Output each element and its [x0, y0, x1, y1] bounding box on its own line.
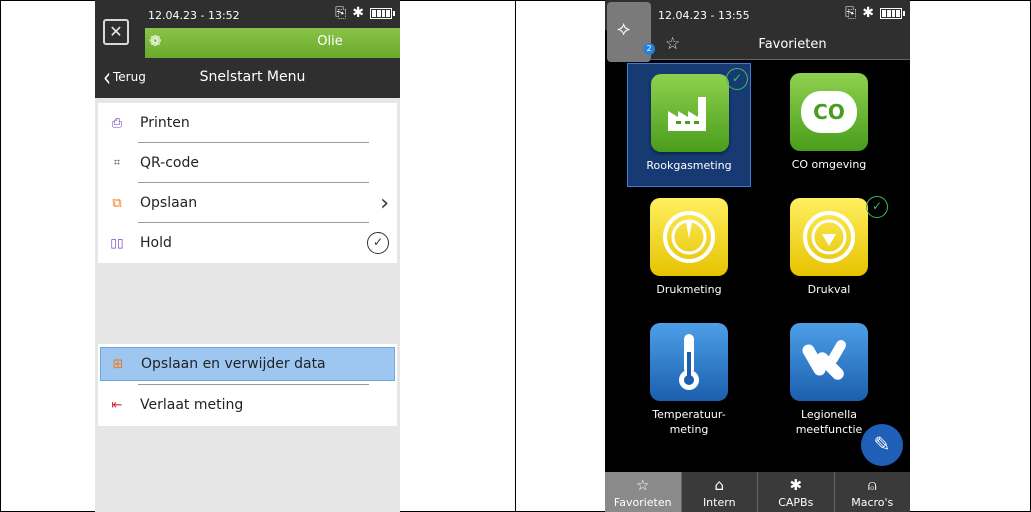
- favorites-header: ☆ Favorieten: [651, 30, 910, 60]
- left-device-screen: ✕ 12.04.23 - 13:52 ⎘ ✱ ❁ Olie ‹ Terug Sn…: [95, 0, 400, 512]
- save-delete-icon: ⊞: [112, 356, 124, 372]
- menu-item-label: QR-code: [140, 155, 199, 171]
- close-button[interactable]: ✕: [103, 19, 129, 45]
- share-count-badge: 2: [643, 43, 655, 55]
- tile-co-omgeving[interactable]: CO CO omgeving: [767, 63, 891, 187]
- chevron-right-icon: ›: [380, 191, 389, 216]
- menu-item-printen[interactable]: ⎙ Printen: [98, 103, 397, 143]
- co-cloud-text: CO: [801, 91, 857, 133]
- exit-icon: ⇤: [111, 397, 123, 413]
- tab-label: CAPBs: [778, 496, 814, 509]
- bluetooth-icon: ✱: [862, 5, 874, 21]
- menu-item-label: Printen: [140, 115, 190, 131]
- tab-label: Macro's: [851, 496, 894, 509]
- panel-divider: [515, 0, 516, 512]
- measurement-header: ❁ Olie: [145, 28, 400, 58]
- printer-icon: ⎙: [111, 115, 123, 131]
- edit-icon: ✎: [873, 432, 891, 456]
- tile-legionella[interactable]: Legionella meetfunctie: [767, 313, 891, 437]
- bluetooth-icon: ✱: [789, 476, 803, 494]
- action-list: ⊞ Opslaan en verwijder data ⇤ Verlaat me…: [98, 344, 397, 426]
- menu-item-hold[interactable]: ▯▯ Hold ✓: [98, 223, 397, 263]
- status-time: 12.04.23 - 13:55: [658, 9, 750, 22]
- tile-label: CO omgeving: [791, 158, 867, 171]
- tile-label: Rookgasmeting: [646, 159, 732, 172]
- menu-item-label: Opslaan en verwijder data: [141, 356, 326, 372]
- tab-label: Intern: [702, 496, 736, 509]
- right-device-screen: 12.04.23 - 13:55 ⎘ ✱ ⟡ 2 ☆ Favorieten Ro…: [605, 0, 910, 512]
- save-icon: ⧉: [112, 195, 122, 211]
- check-circle-icon[interactable]: ✓: [367, 232, 389, 254]
- edit-button[interactable]: ✎: [861, 424, 903, 466]
- share-button[interactable]: ⟡ 2: [607, 2, 655, 62]
- tab-capbs[interactable]: ✱ CAPBs: [757, 472, 834, 512]
- menu-item-opslaan[interactable]: ⧉ Opslaan ›: [98, 183, 397, 223]
- factory-icon: [651, 74, 729, 152]
- battery-icon: [880, 7, 905, 19]
- menu-item-label: Opslaan: [140, 195, 198, 211]
- thermometer-icon: [650, 323, 728, 401]
- status-icons: ⎘ ✱: [845, 5, 905, 21]
- menu-item-verlaat-meting[interactable]: ⇤ Verlaat meting: [98, 385, 397, 425]
- qr-code-icon: ⌗: [113, 156, 121, 169]
- tab-intern[interactable]: ⌂ Intern: [680, 472, 758, 512]
- tile-label: Drukmeting: [656, 283, 722, 296]
- check-circle-icon: ✓: [866, 196, 888, 218]
- tab-label: Favorieten: [613, 496, 672, 509]
- tile-temperatuurmeting[interactable]: Temperatuur- meting: [627, 313, 751, 437]
- menu-item-qr-code[interactable]: ⌗ QR-code: [98, 143, 397, 183]
- bottom-tab-bar: ☆ Favorieten ⌂ Intern ✱ CAPBs ⍝ Macro's: [605, 472, 910, 512]
- menu-item-label: Hold: [140, 235, 172, 251]
- user-icon: ⍝: [867, 476, 877, 494]
- co-cloud-icon: CO: [790, 73, 868, 151]
- share-icon: ⟡: [617, 16, 631, 40]
- page-title: Favorieten: [758, 37, 827, 52]
- menu-item-opslaan-en-verwijder-data[interactable]: ⊞ Opslaan en verwijder data: [100, 347, 395, 381]
- menu-list: ⎙ Printen ⌗ QR-code ⧉ Opslaan › ▯▯ Hold …: [98, 103, 397, 263]
- legionella-icon: [790, 323, 868, 401]
- device-link-icon: ⎘: [335, 5, 347, 21]
- check-circle-icon: ✓: [726, 68, 748, 90]
- tab-favorieten[interactable]: ☆ Favorieten: [605, 472, 681, 512]
- device-link-icon: ⎘: [845, 5, 857, 21]
- tile-label: Temperatuur- meting: [652, 408, 726, 436]
- status-time: 12.04.23 - 13:52: [148, 9, 240, 22]
- bluetooth-icon: ✱: [352, 5, 364, 21]
- page-title: Snelstart Menu: [199, 69, 306, 85]
- tile-label: Drukval: [807, 283, 851, 296]
- tab-macros[interactable]: ⍝ Macro's: [833, 472, 911, 512]
- nav-bar: ‹ Terug Snelstart Menu: [95, 58, 400, 98]
- home-icon: ⌂: [714, 476, 725, 494]
- battery-icon: [370, 7, 395, 19]
- menu-item-label: Verlaat meting: [140, 397, 244, 413]
- status-icons: ⎘ ✱: [335, 5, 395, 21]
- star-icon: ☆: [636, 476, 650, 494]
- pressure-drop-icon: [790, 198, 868, 276]
- pressure-gauge-icon: [650, 198, 728, 276]
- tile-drukmeting[interactable]: Drukmeting: [627, 188, 751, 312]
- header-title: Olie: [317, 34, 343, 49]
- pause-icon: ▯▯: [110, 236, 124, 250]
